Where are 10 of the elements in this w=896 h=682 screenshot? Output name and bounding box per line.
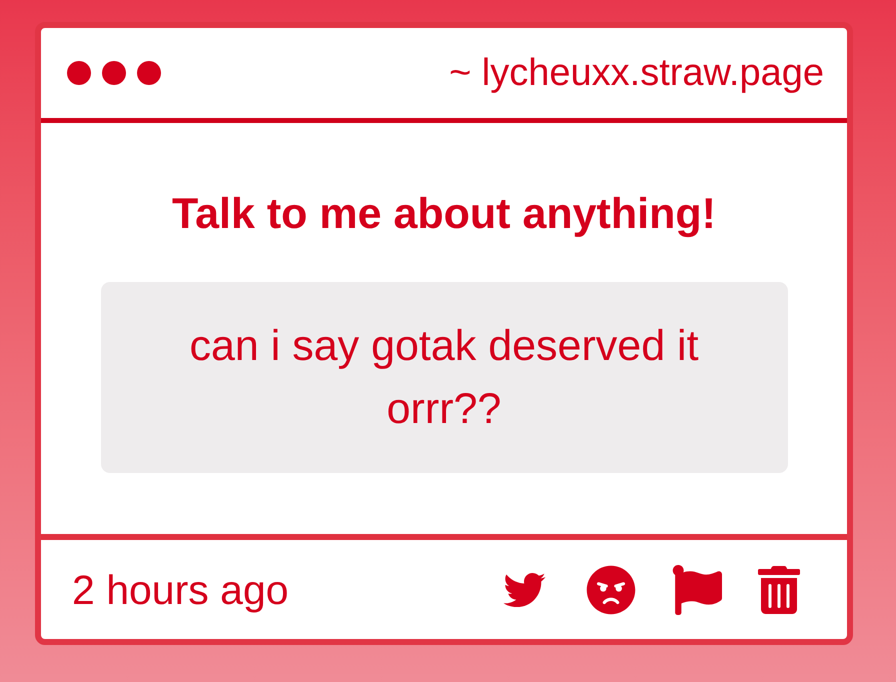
page-url: ~ lycheuxx.straw.page bbox=[449, 51, 824, 95]
prompt-title: Talk to me about anything! bbox=[172, 189, 716, 239]
message-text: can i say gotak deserved it orrr?? bbox=[188, 320, 700, 434]
trash-icon[interactable] bbox=[758, 566, 800, 614]
dot-icon bbox=[102, 61, 126, 85]
dot-icon bbox=[137, 61, 161, 85]
time-label: 2 hours ago bbox=[72, 566, 289, 614]
angry-face-icon[interactable] bbox=[586, 564, 636, 614]
dot-icon bbox=[67, 61, 91, 85]
flag-icon[interactable] bbox=[672, 564, 722, 614]
